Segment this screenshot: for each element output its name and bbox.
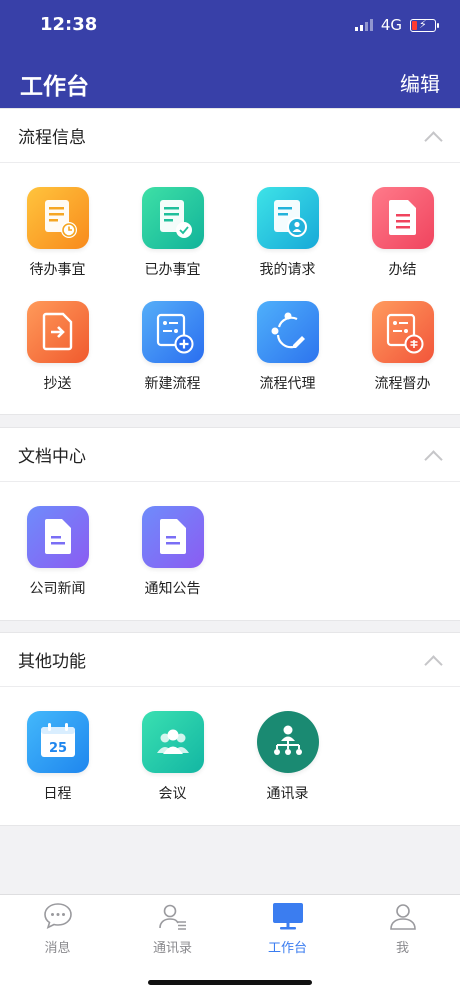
chevron-up-icon[interactable] bbox=[424, 446, 442, 464]
home-indicator bbox=[148, 980, 312, 985]
grid-item-label: 待办事宜 bbox=[29, 262, 86, 278]
section-header[interactable]: 流程信息 bbox=[0, 109, 460, 163]
status-time: 12:38 bbox=[40, 14, 98, 35]
grid-item-pending[interactable]: 待办事宜 bbox=[0, 187, 115, 279]
contacts-icon bbox=[158, 904, 186, 930]
monitor-icon bbox=[272, 903, 303, 930]
grid-item-label: 公司新闻 bbox=[29, 581, 86, 597]
section-title: 流程信息 bbox=[18, 128, 86, 148]
grid-item-label: 通讯录 bbox=[266, 786, 309, 802]
tab-me[interactable]: 我 bbox=[345, 901, 460, 956]
section-other-functions: 其他功能 25 日程 会议 通讯录 bbox=[0, 632, 460, 826]
app-header: 12:38 4G ⚡ 工作台 编辑 bbox=[0, 0, 460, 108]
doc-user-icon bbox=[256, 187, 319, 249]
person-icon bbox=[389, 904, 416, 930]
tab-contacts[interactable]: 通讯录 bbox=[115, 901, 230, 956]
signal-icon bbox=[354, 19, 373, 31]
grid-item-done[interactable]: 已办事宜 bbox=[115, 187, 230, 279]
calendar-date: 25 bbox=[48, 741, 66, 756]
org-chart-icon bbox=[256, 711, 319, 773]
grid-item-label: 流程督办 bbox=[374, 376, 431, 392]
pending-doc-clock-icon bbox=[26, 187, 89, 249]
section-header[interactable]: 文档中心 bbox=[0, 428, 460, 482]
flow-supervise-icon bbox=[371, 301, 434, 363]
chat-bubble-icon bbox=[43, 903, 72, 930]
grid-item-contacts[interactable]: 通讯录 bbox=[230, 711, 345, 803]
grid-item-schedule[interactable]: 25 日程 bbox=[0, 711, 115, 803]
tab-label: 工作台 bbox=[267, 941, 307, 956]
tab-label: 消息 bbox=[44, 941, 71, 956]
edit-button[interactable]: 编辑 bbox=[400, 68, 440, 97]
news-doc-icon bbox=[26, 506, 89, 568]
section-header[interactable]: 其他功能 bbox=[0, 633, 460, 687]
battery-icon: ⚡ bbox=[410, 18, 439, 32]
grid-item-flow-supervise[interactable]: 流程督办 bbox=[345, 301, 460, 393]
grid-item-label: 办结 bbox=[388, 262, 417, 278]
tab-messages[interactable]: 消息 bbox=[0, 901, 115, 956]
grid-item-notice[interactable]: 通知公告 bbox=[115, 506, 230, 598]
tab-label: 我 bbox=[395, 941, 409, 956]
flow-proxy-icon bbox=[256, 301, 319, 363]
grid-item-label: 通知公告 bbox=[144, 581, 201, 597]
section-document-center: 文档中心 公司新闻 通知公告 bbox=[0, 427, 460, 621]
calendar-icon: 25 bbox=[26, 711, 89, 773]
tab-label: 通讯录 bbox=[152, 941, 192, 956]
network-label: 4G bbox=[380, 16, 402, 34]
grid-item-finished[interactable]: 办结 bbox=[345, 187, 460, 279]
grid-item-new-flow[interactable]: 新建流程 bbox=[115, 301, 230, 393]
grid-item-label: 流程代理 bbox=[259, 376, 316, 392]
grid-item-my-request[interactable]: 我的请求 bbox=[230, 187, 345, 279]
doc-finished-icon bbox=[371, 187, 434, 249]
status-indicators: 4G ⚡ bbox=[354, 16, 439, 34]
flow-add-icon bbox=[141, 301, 204, 363]
grid-item-flow-proxy[interactable]: 流程代理 bbox=[230, 301, 345, 393]
chevron-up-icon[interactable] bbox=[424, 127, 442, 145]
section-title: 文档中心 bbox=[18, 447, 86, 467]
grid-item-label: 已办事宜 bbox=[144, 262, 201, 278]
grid-item-label: 我的请求 bbox=[259, 262, 316, 278]
section-process-info: 流程信息 待办事宜 已办事宜 我的请求 办结 抄送 新建流程 流程代理 流程督办 bbox=[0, 108, 460, 415]
chevron-up-icon[interactable] bbox=[424, 651, 442, 669]
meeting-people-icon bbox=[141, 711, 204, 773]
done-doc-check-icon bbox=[141, 187, 204, 249]
grid-item-company-news[interactable]: 公司新闻 bbox=[0, 506, 115, 598]
notice-doc-icon bbox=[141, 506, 204, 568]
grid-item-label: 抄送 bbox=[43, 376, 72, 392]
page-title: 工作台 bbox=[20, 74, 89, 100]
tab-workbench[interactable]: 工作台 bbox=[230, 901, 345, 956]
grid-item-cc[interactable]: 抄送 bbox=[0, 301, 115, 393]
grid-item-label: 日程 bbox=[43, 786, 72, 802]
doc-forward-icon bbox=[26, 301, 89, 363]
grid-item-meeting[interactable]: 会议 bbox=[115, 711, 230, 803]
grid-item-label: 会议 bbox=[158, 786, 187, 802]
grid-item-label: 新建流程 bbox=[144, 376, 201, 392]
section-title: 其他功能 bbox=[18, 652, 86, 672]
